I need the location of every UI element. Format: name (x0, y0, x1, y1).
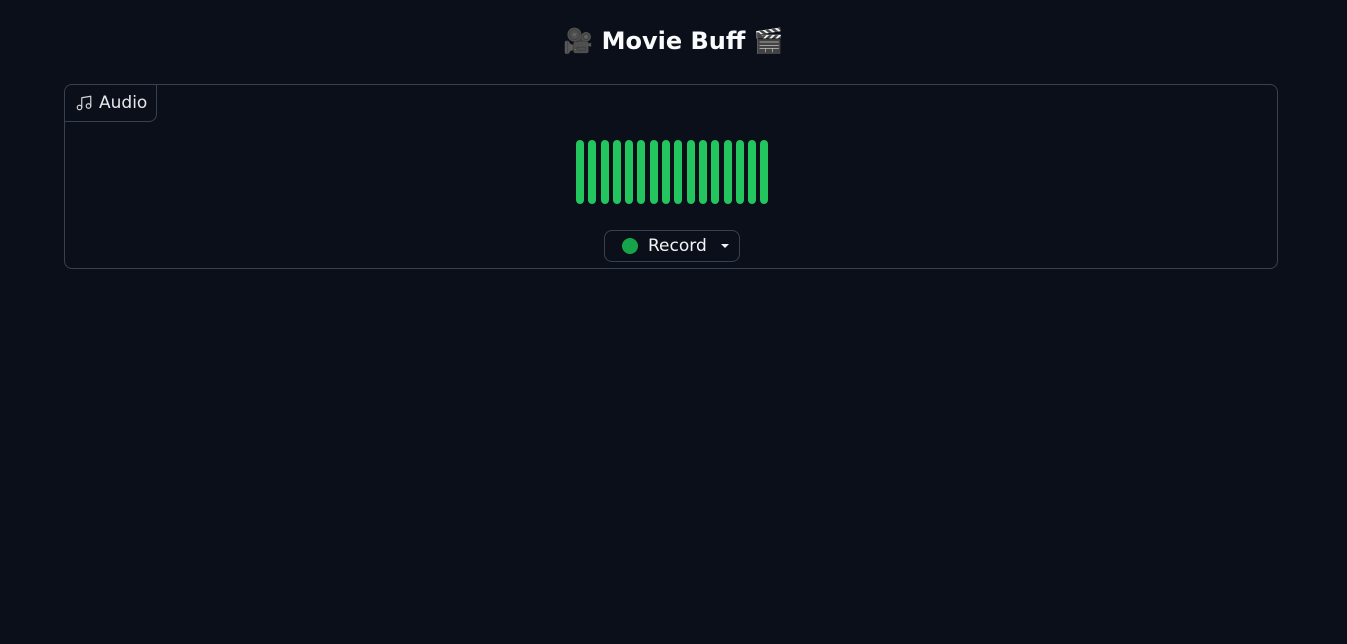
waveform-bar (686, 140, 695, 204)
audio-label: Audio (99, 93, 148, 113)
waveform-bar (649, 140, 658, 204)
audio-waveform (576, 140, 769, 204)
waveform-bar (735, 140, 744, 204)
clapper-board-icon: 🎬 (753, 27, 784, 55)
waveform-bar (576, 140, 584, 204)
waveform-bar (674, 140, 683, 204)
waveform-bar (625, 140, 634, 204)
caret-down-icon[interactable] (720, 244, 729, 248)
waveform-bar (698, 140, 707, 204)
waveform-bar (637, 140, 646, 204)
waveform-bar (711, 140, 720, 204)
waveform-bar (612, 140, 621, 204)
music-note-icon (75, 94, 93, 112)
waveform-bar (662, 140, 671, 204)
waveform-bar (600, 140, 609, 204)
movie-camera-icon: 🎥 (563, 27, 594, 55)
waveform-bar (748, 140, 757, 204)
audio-label-tab: Audio (65, 85, 158, 122)
waveform-bar (760, 140, 769, 204)
record-button-label: Record (648, 236, 707, 256)
audio-panel: Audio Record (64, 84, 1278, 269)
waveform-bar (588, 140, 597, 204)
page-title: 🎥 Movie Buff 🎬 (0, 22, 1347, 60)
record-dot-icon (622, 238, 638, 254)
waveform-bar (723, 140, 732, 204)
page-title-text: Movie Buff (601, 27, 746, 55)
record-button[interactable]: Record (604, 230, 740, 262)
